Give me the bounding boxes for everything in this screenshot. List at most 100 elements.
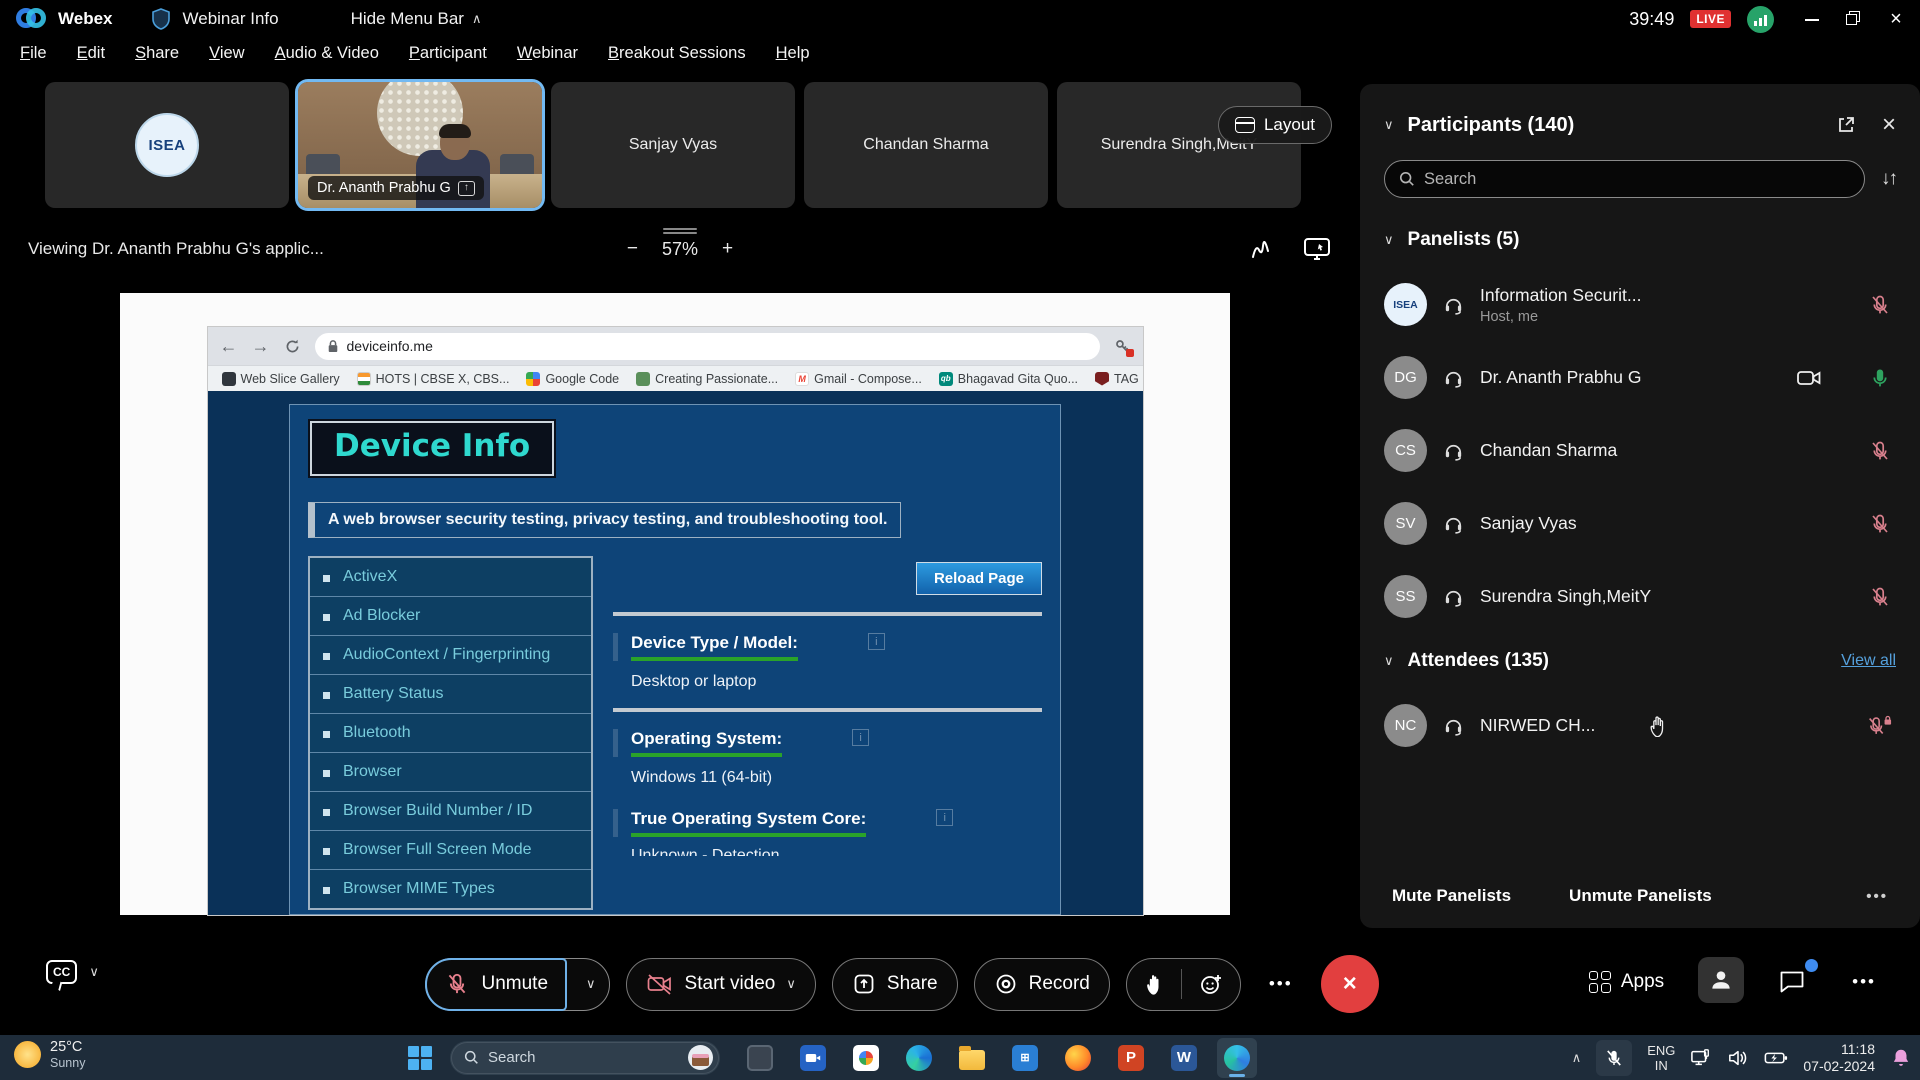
menu-link[interactable]: Battery Status bbox=[310, 675, 591, 714]
menu-link[interactable]: Browser Full Screen Mode bbox=[310, 831, 591, 870]
bookmark[interactable]: TAG Heuer Men bbox=[1095, 372, 1142, 386]
camera-app-icon[interactable] bbox=[793, 1038, 833, 1078]
participant-row[interactable]: ISEA Information Securit... Host, me bbox=[1384, 268, 1896, 341]
start-video-button[interactable]: Start video ∨ bbox=[626, 958, 816, 1011]
webinar-info-button[interactable]: Webinar Info bbox=[183, 9, 279, 29]
layout-button[interactable]: Layout bbox=[1218, 106, 1332, 144]
unmute-button[interactable]: Unmute ∨ bbox=[425, 958, 610, 1011]
participants-toggle-button[interactable] bbox=[1698, 957, 1744, 1003]
participant-row[interactable]: NC NIRWED CH... bbox=[1384, 689, 1896, 762]
photos-app-icon[interactable] bbox=[846, 1038, 886, 1078]
window-app-icon[interactable] bbox=[740, 1038, 780, 1078]
menu-breakout-sessions[interactable]: Breakout Sessions bbox=[608, 44, 746, 63]
language-indicator[interactable]: ENG IN bbox=[1647, 1043, 1675, 1073]
menu-link[interactable]: Browser MIME Types bbox=[310, 870, 591, 908]
strip-resize-handle[interactable] bbox=[663, 226, 697, 236]
closed-captions-button[interactable]: CC bbox=[46, 960, 77, 984]
video-thumbnail-active-speaker[interactable]: Dr. Ananth Prabhu G ↑ bbox=[298, 82, 542, 208]
chevron-down-icon[interactable]: ∨ bbox=[89, 964, 99, 980]
menu-view[interactable]: View bbox=[209, 44, 244, 63]
chevron-down-icon[interactable]: ∨ bbox=[1384, 232, 1394, 248]
bookmark[interactable]: HOTS | CBSE X, CBS... bbox=[357, 372, 510, 386]
video-thumbnail[interactable]: Chandan Sharma bbox=[804, 82, 1048, 208]
notifications-bell-icon[interactable] bbox=[1890, 1047, 1912, 1069]
volume-icon[interactable] bbox=[1727, 1048, 1749, 1068]
browser-forward-icon[interactable]: → bbox=[252, 337, 270, 355]
info-icon[interactable]: i bbox=[852, 729, 869, 746]
info-icon[interactable]: i bbox=[868, 633, 885, 650]
webex-taskbar-icon[interactable] bbox=[1217, 1038, 1257, 1078]
mute-panelists-button[interactable]: Mute Panelists bbox=[1392, 886, 1511, 906]
mic-muted-icon[interactable] bbox=[1868, 439, 1892, 463]
participant-row[interactable]: SS Surendra Singh,MeitY bbox=[1384, 560, 1896, 633]
record-button[interactable]: Record bbox=[974, 958, 1110, 1011]
chevron-down-icon[interactable]: ∨ bbox=[1384, 653, 1394, 669]
camera-on-icon[interactable] bbox=[1796, 366, 1822, 390]
unmute-panelists-button[interactable]: Unmute Panelists bbox=[1569, 886, 1712, 906]
menu-link[interactable]: AudioContext / Fingerprinting bbox=[310, 636, 591, 675]
raise-hand-button[interactable] bbox=[1127, 959, 1181, 1010]
leave-meeting-button[interactable]: × bbox=[1321, 955, 1379, 1013]
video-thumbnail[interactable]: Sanjay Vyas bbox=[551, 82, 795, 208]
menu-link[interactable]: Browser bbox=[310, 753, 591, 792]
mic-muted-icon[interactable] bbox=[1868, 293, 1892, 317]
menu-share[interactable]: Share bbox=[135, 44, 179, 63]
participant-row[interactable]: CS Chandan Sharma bbox=[1384, 414, 1896, 487]
menu-file[interactable]: File bbox=[20, 44, 47, 63]
sort-icon[interactable]: ↓↑ bbox=[1881, 168, 1896, 190]
firefox-icon[interactable] bbox=[1058, 1038, 1098, 1078]
chevron-down-icon[interactable]: ∨ bbox=[586, 976, 596, 992]
more-panels-button[interactable]: ••• bbox=[1840, 972, 1888, 992]
menu-participant[interactable]: Participant bbox=[409, 44, 487, 63]
browser-reload-icon[interactable] bbox=[284, 338, 301, 355]
start-button[interactable] bbox=[408, 1046, 432, 1070]
bookmark[interactable]: Creating Passionate... bbox=[636, 372, 778, 386]
chat-button[interactable] bbox=[1778, 969, 1806, 995]
close-button[interactable]: × bbox=[1888, 11, 1904, 27]
word-icon[interactable]: W bbox=[1164, 1038, 1204, 1078]
restore-button[interactable] bbox=[1846, 11, 1862, 27]
zoom-in-button[interactable]: + bbox=[722, 238, 733, 260]
chevron-down-icon[interactable]: ∨ bbox=[1384, 117, 1394, 133]
close-panel-icon[interactable]: × bbox=[1882, 111, 1896, 139]
store-icon[interactable]: ⊞ bbox=[1005, 1038, 1045, 1078]
file-explorer-icon[interactable] bbox=[952, 1038, 992, 1078]
view-all-link[interactable]: View all bbox=[1841, 652, 1896, 670]
bookmark[interactable]: qbBhagavad Gita Quo... bbox=[939, 372, 1078, 386]
video-thumbnail-isea[interactable]: ISEA bbox=[45, 82, 289, 208]
bookmark[interactable]: Web Slice Gallery bbox=[222, 372, 340, 386]
remote-control-icon[interactable] bbox=[1302, 236, 1332, 262]
share-button[interactable]: Share bbox=[832, 958, 958, 1011]
annotate-icon[interactable] bbox=[1248, 236, 1274, 262]
tray-mic-muted-icon[interactable] bbox=[1596, 1040, 1632, 1076]
bookmark[interactable]: Google Code bbox=[526, 372, 619, 386]
participant-row[interactable]: DG Dr. Ananth Prabhu G bbox=[1384, 341, 1896, 414]
reactions-button[interactable] bbox=[1182, 959, 1240, 1010]
mic-muted-icon[interactable] bbox=[1868, 585, 1892, 609]
menu-help[interactable]: Help bbox=[776, 44, 810, 63]
weather-widget[interactable]: 25°C Sunny bbox=[14, 1039, 85, 1070]
tray-chevron-up-icon[interactable]: ∧ bbox=[1572, 1050, 1582, 1066]
taskbar-search[interactable]: Search bbox=[450, 1041, 720, 1075]
address-bar[interactable]: deviceinfo.me bbox=[315, 333, 1100, 360]
pop-out-icon[interactable] bbox=[1836, 115, 1856, 135]
mic-muted-icon[interactable] bbox=[1868, 512, 1892, 536]
menu-link[interactable]: Browser Build Number / ID bbox=[310, 792, 591, 831]
browser-back-icon[interactable]: ← bbox=[220, 337, 238, 355]
edge-icon[interactable] bbox=[899, 1038, 939, 1078]
menu-webinar[interactable]: Webinar bbox=[517, 44, 578, 63]
powerpoint-icon[interactable]: P bbox=[1111, 1038, 1151, 1078]
cast-display-icon[interactable] bbox=[1690, 1048, 1712, 1068]
reload-page-button[interactable]: Reload Page bbox=[916, 562, 1042, 595]
bookmark[interactable]: MGmail - Compose... bbox=[795, 372, 922, 386]
menu-edit[interactable]: Edit bbox=[77, 44, 105, 63]
menu-link[interactable]: Ad Blocker bbox=[310, 597, 591, 636]
participant-search[interactable] bbox=[1384, 160, 1865, 198]
battery-icon[interactable] bbox=[1764, 1049, 1788, 1067]
chevron-down-icon[interactable]: ∨ bbox=[786, 976, 796, 992]
more-options-button[interactable]: ••• bbox=[1257, 974, 1305, 994]
minimize-button[interactable] bbox=[1804, 11, 1820, 27]
participant-row[interactable]: SV Sanjay Vyas bbox=[1384, 487, 1896, 560]
search-input[interactable] bbox=[1424, 170, 1850, 189]
menu-link[interactable]: ActiveX bbox=[310, 558, 591, 597]
